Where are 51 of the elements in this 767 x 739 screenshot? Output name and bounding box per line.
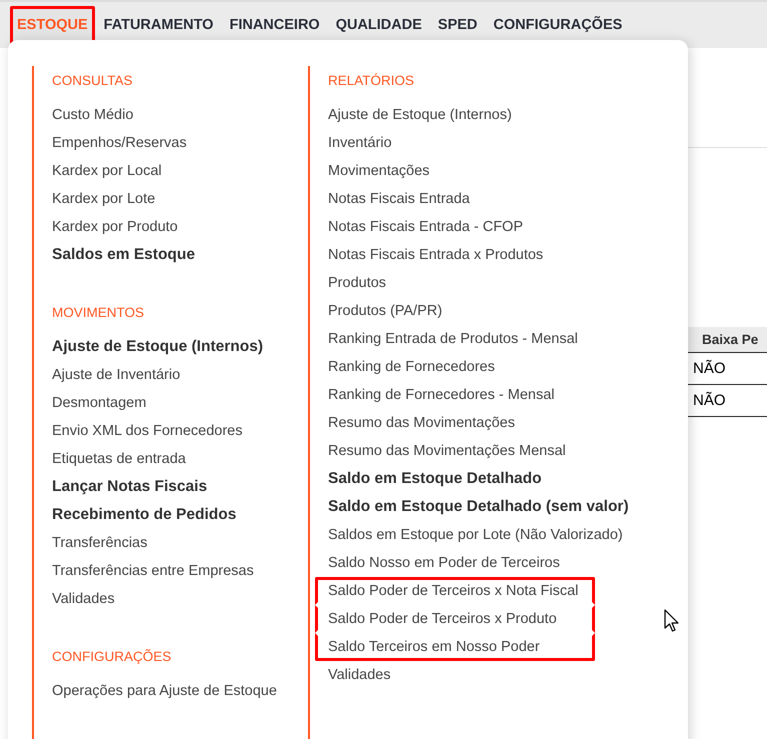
nav-tab[interactable]: QUALIDADE: [328, 6, 429, 44]
menu-item[interactable]: Resumo das Movimentações Mensal: [328, 443, 566, 459]
menu-item[interactable]: Movimentações: [328, 163, 430, 179]
menu-item[interactable]: Notas Fiscais Entrada x Produtos: [328, 247, 544, 263]
menu-item[interactable]: Custo Médio: [52, 107, 134, 123]
menu-item[interactable]: Inventário: [328, 135, 392, 151]
menu-item[interactable]: Kardex por Produto: [52, 219, 178, 235]
section-heading: CONSULTAS: [52, 72, 133, 88]
menu-item[interactable]: Transferências entre Empresas: [52, 563, 254, 579]
menu-item[interactable]: Kardex por Local: [52, 163, 162, 179]
menu-item[interactable]: Validades: [328, 667, 391, 683]
menu-item[interactable]: Ranking Entrada de Produtos - Mensal: [328, 331, 578, 347]
menu-item[interactable]: Operações para Ajuste de Estoque: [52, 683, 277, 699]
table-cell: NÃO: [693, 360, 726, 377]
menu-item[interactable]: Kardex por Lote: [52, 191, 156, 207]
menu-item[interactable]: Saldo Terceiros em Nosso Poder: [328, 639, 540, 655]
menu-item[interactable]: Validades: [52, 591, 115, 607]
menu-item[interactable]: Saldo Nosso em Poder de Terceiros: [328, 555, 560, 571]
menu-item[interactable]: Etiquetas de entrada: [52, 451, 186, 467]
nav-tab[interactable]: FATURAMENTO: [96, 6, 220, 44]
menu-item[interactable]: Transferências: [52, 535, 148, 551]
mouse-cursor-icon: [664, 609, 680, 633]
menu-item[interactable]: Saldo Poder de Terceiros x Produto: [328, 611, 557, 627]
menu-item[interactable]: Ranking de Fornecedores - Mensal: [328, 387, 554, 403]
nav-tab[interactable]: FINANCEIRO: [222, 6, 327, 44]
section-heading: MOVIMENTOS: [52, 304, 144, 320]
column-header: Baixa Pe: [702, 332, 758, 347]
menu-item[interactable]: Saldo em Estoque Detalhado (sem valor): [328, 498, 629, 516]
menu-item[interactable]: Saldos em Estoque: [52, 246, 195, 264]
menu-item[interactable]: Notas Fiscais Entrada - CFOP: [328, 219, 523, 235]
menu-item[interactable]: Envio XML dos Fornecedores: [52, 423, 242, 439]
menu-item[interactable]: Recebimento de Pedidos: [52, 506, 236, 524]
menu-item[interactable]: Lançar Notas Fiscais: [52, 478, 208, 496]
menu-item[interactable]: Ranking de Fornecedores: [328, 359, 495, 375]
menu-item[interactable]: Ajuste de Inventário: [52, 367, 180, 383]
menu-item[interactable]: Desmontagem: [52, 395, 146, 411]
menu-item[interactable]: Ajuste de Estoque (Internos): [328, 107, 512, 123]
menu-item[interactable]: Saldo em Estoque Detalhado: [328, 470, 542, 488]
section-heading: CONFIGURAÇÕES: [52, 648, 172, 664]
menu-item[interactable]: Ajuste de Estoque (Internos): [52, 338, 263, 356]
menu-item[interactable]: Notas Fiscais Entrada: [328, 191, 470, 207]
nav-tab[interactable]: SPED: [430, 6, 484, 44]
menu-item[interactable]: Empenhos/Reservas: [52, 135, 187, 151]
nav-tab[interactable]: CONFIGURAÇÕES: [486, 6, 630, 44]
section-heading: RELATÓRIOS: [328, 72, 414, 88]
menu-item[interactable]: Saldo Poder de Terceiros x Nota Fiscal: [328, 583, 578, 599]
table-cell: NÃO: [693, 392, 726, 409]
menu-item[interactable]: Produtos (PA/PR): [328, 303, 442, 319]
menu-item[interactable]: Saldos em Estoque por Lote (Não Valorizado): [328, 527, 623, 543]
menu-item[interactable]: Resumo das Movimentações: [328, 415, 515, 431]
menu-item[interactable]: Produtos: [328, 275, 386, 291]
